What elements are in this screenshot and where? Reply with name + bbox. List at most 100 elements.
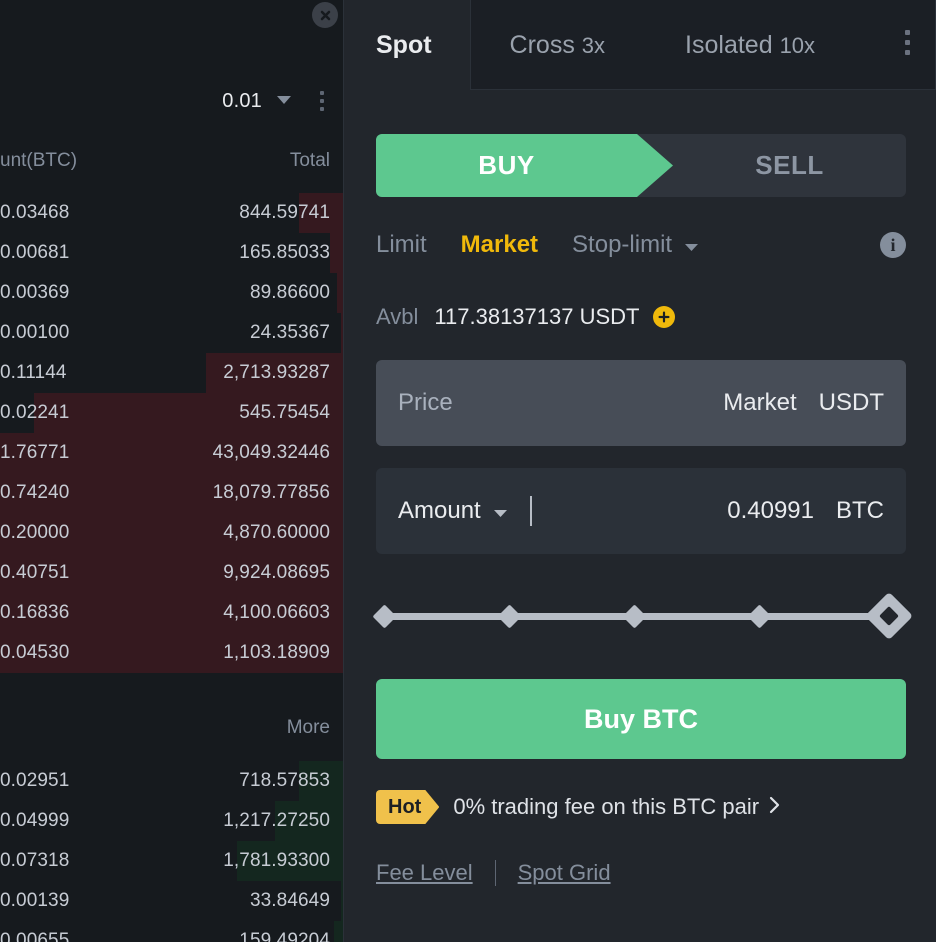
available-balance-row: Avbl 117.38137137 USDT xyxy=(376,302,906,332)
order-type-limit[interactable]: Limit xyxy=(376,231,427,259)
order-book-row[interactable]: 1.7677143,049.32446 xyxy=(0,433,344,473)
trading-terminal: 0.01 unt(BTC) Total 0.03468844.597410.00… xyxy=(0,0,936,942)
buy-btc-button[interactable]: Buy BTC xyxy=(376,679,906,759)
order-book-row[interactable]: 0.7424018,079.77856 xyxy=(0,473,344,513)
tab-spot[interactable]: Spot xyxy=(376,31,432,60)
order-book-row[interactable]: 0.0036989.86600 xyxy=(0,273,344,313)
row-total: 18,079.77856 xyxy=(213,482,330,504)
row-total: 718.57853 xyxy=(239,770,330,792)
order-book-row[interactable]: 0.045301,103.18909 xyxy=(0,633,344,673)
close-icon[interactable] xyxy=(312,2,338,28)
spot-grid-link[interactable]: Spot Grid xyxy=(518,860,611,886)
kebab-menu-icon[interactable] xyxy=(314,90,330,112)
order-book-panel: 0.01 unt(BTC) Total 0.03468844.597410.00… xyxy=(0,0,344,942)
order-book-row[interactable]: 0.02951718.57853 xyxy=(0,761,344,801)
row-total: 1,103.18909 xyxy=(223,642,330,664)
promo-text: 0% trading fee on this BTC pair xyxy=(453,794,759,820)
tab-isolated[interactable]: Isolated 10x xyxy=(685,31,815,60)
order-book-row[interactable]: 0.00681165.85033 xyxy=(0,233,344,273)
chevron-down-icon[interactable] xyxy=(493,497,508,525)
row-amount: 0.00100 xyxy=(0,322,250,344)
sell-tab-label: SELL xyxy=(755,150,823,181)
row-amount: 0.00139 xyxy=(0,890,250,912)
row-amount: 0.16836 xyxy=(0,602,223,624)
bid-rows: 0.02951718.578530.049991,217.272500.0731… xyxy=(0,761,344,942)
row-total: 165.85033 xyxy=(239,242,330,264)
panel-divider xyxy=(343,0,344,942)
amount-percent-slider[interactable] xyxy=(376,594,906,638)
tab-isolated-leverage: 10x xyxy=(780,33,815,58)
fee-level-link[interactable]: Fee Level xyxy=(376,860,473,886)
row-amount: 1.76771 xyxy=(0,442,213,464)
buy-tab-label: BUY xyxy=(478,150,534,181)
footer-links: Fee Level Spot Grid xyxy=(376,856,906,890)
row-total: 4,100.06603 xyxy=(223,602,330,624)
chevron-right-icon[interactable] xyxy=(769,796,780,819)
tab-cross-label: Cross xyxy=(510,31,575,59)
tab-isolated-label: Isolated xyxy=(685,31,773,59)
slider-stop-50[interactable] xyxy=(622,604,646,628)
available-balance-value: 117.38137137 USDT xyxy=(434,304,639,330)
order-book-row[interactable]: 0.0010024.35367 xyxy=(0,313,344,353)
slider-stop-75[interactable] xyxy=(747,604,771,628)
order-book-row[interactable]: 0.0013933.84649 xyxy=(0,881,344,921)
sell-tab-button[interactable]: SELL xyxy=(673,134,906,197)
info-icon[interactable]: i xyxy=(880,232,906,258)
chevron-down-icon[interactable] xyxy=(276,92,292,110)
order-book-row[interactable]: 0.03468844.59741 xyxy=(0,193,344,233)
tick-size-value[interactable]: 0.01 xyxy=(222,90,262,113)
order-type-tabs: Limit Market Stop-limit i xyxy=(376,228,906,262)
order-book-row[interactable]: 0.073181,781.93300 xyxy=(0,841,344,881)
row-total: 545.75454 xyxy=(239,402,330,424)
row-total: 24.35367 xyxy=(250,322,330,344)
row-amount: 0.03468 xyxy=(0,202,239,224)
row-total: 159.49204 xyxy=(239,930,330,942)
price-input-unit: USDT xyxy=(819,389,884,417)
amount-input[interactable]: Amount 0.40991 BTC xyxy=(376,468,906,554)
row-amount: 0.11144 xyxy=(0,362,223,384)
order-book-row[interactable]: 0.00655159.49204 xyxy=(0,921,344,942)
order-type-market[interactable]: Market xyxy=(461,231,538,259)
buy-sell-toggle: BUY SELL xyxy=(376,134,906,197)
column-header-amount: unt(BTC) xyxy=(0,150,290,172)
row-total: 89.86600 xyxy=(250,282,330,304)
price-input[interactable]: Price Market USDT xyxy=(376,360,906,446)
buy-btc-label: Buy BTC xyxy=(584,704,698,735)
order-book-row[interactable]: 0.168364,100.06603 xyxy=(0,593,344,633)
order-book-controls: 0.01 xyxy=(0,82,344,120)
order-book-row[interactable]: 0.407519,924.08695 xyxy=(0,553,344,593)
available-balance-label: Avbl xyxy=(376,304,418,330)
margin-mode-tabs: Spot Cross 3x Isolated 10x xyxy=(344,0,936,91)
order-book-row[interactable]: 0.111442,713.93287 xyxy=(0,353,344,393)
order-book-row[interactable]: 0.200004,870.60000 xyxy=(0,513,344,553)
row-amount: 0.00681 xyxy=(0,242,239,264)
amount-input-unit: BTC xyxy=(836,497,884,525)
tab-cross[interactable]: Cross 3x xyxy=(510,31,606,60)
slider-stop-0[interactable] xyxy=(372,604,396,628)
order-type-stop-limit[interactable]: Stop-limit xyxy=(572,231,699,260)
row-total: 844.59741 xyxy=(239,202,330,224)
order-book-more-label: More xyxy=(287,717,330,739)
trade-form-panel: Spot Cross 3x Isolated 10x BUY SELL Limi… xyxy=(344,0,936,942)
text-cursor xyxy=(530,496,532,526)
row-total: 33.84649 xyxy=(250,890,330,912)
plus-circle-icon[interactable] xyxy=(653,306,675,328)
order-book-row[interactable]: 0.049991,217.27250 xyxy=(0,801,344,841)
row-amount: 0.00655 xyxy=(0,930,239,942)
price-input-placeholder: Price xyxy=(398,389,453,417)
buy-tab-button[interactable]: BUY xyxy=(376,134,673,197)
row-amount: 0.07318 xyxy=(0,850,223,872)
order-book-row[interactable]: 0.02241545.75454 xyxy=(0,393,344,433)
order-book-more-button[interactable]: More xyxy=(0,705,344,751)
row-amount: 0.40751 xyxy=(0,562,223,584)
amount-input-label: Amount xyxy=(398,497,481,525)
promo-banner[interactable]: Hot 0% trading fee on this BTC pair xyxy=(376,788,906,826)
row-amount: 0.00369 xyxy=(0,282,250,304)
row-amount: 0.04530 xyxy=(0,642,223,664)
slider-thumb[interactable] xyxy=(865,592,913,640)
hot-badge: Hot xyxy=(376,790,439,824)
tab-cross-leverage: 3x xyxy=(582,33,605,58)
slider-stop-25[interactable] xyxy=(497,604,521,628)
kebab-menu-icon[interactable] xyxy=(899,29,915,55)
chevron-down-icon[interactable] xyxy=(684,231,699,259)
